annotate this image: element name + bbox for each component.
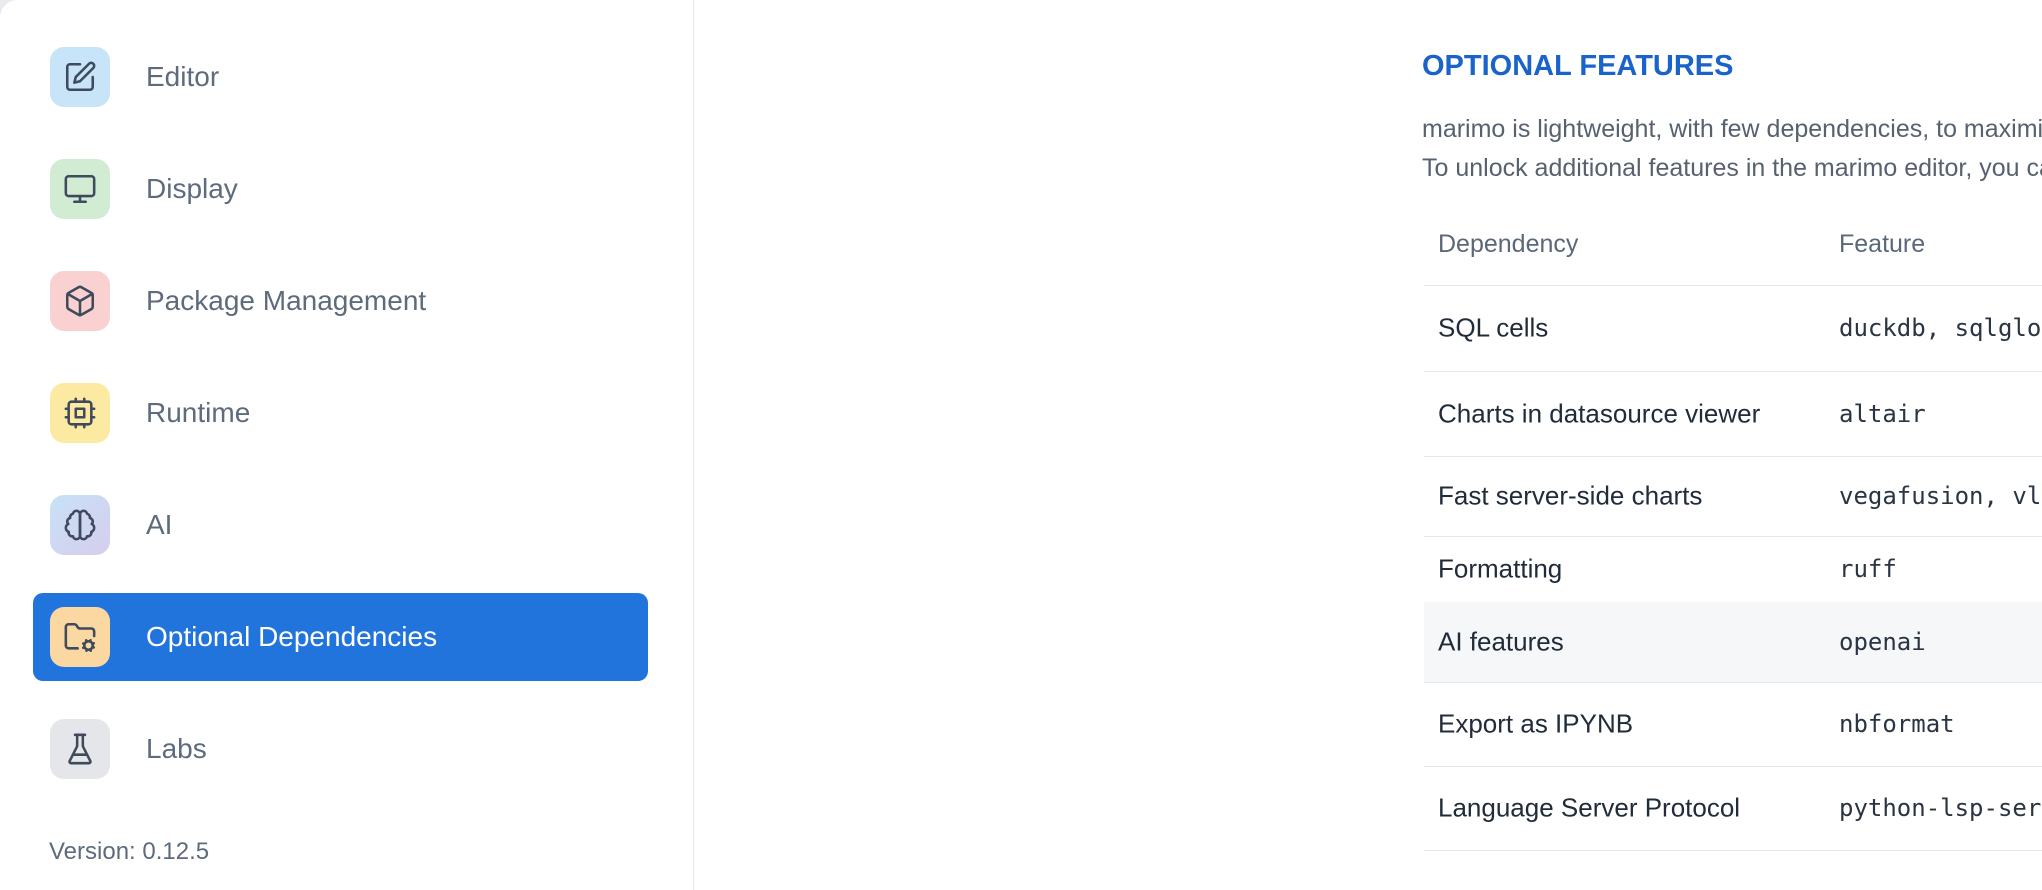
package-box-icon (50, 271, 110, 331)
feature-cell: vegafusion, vl-convert-python (1839, 482, 2042, 510)
table-row: Export as IPYNB nbformat Install with uv (1424, 682, 2042, 767)
settings-dialog: Editor Display Package Management Runtim… (0, 0, 2042, 890)
table-row: SQL cells duckdb, sqlglot Install with u… (1424, 285, 2042, 372)
table-row: Language Server Protocol python-lsp-serv… (1424, 766, 2042, 851)
folder-cog-icon (50, 607, 110, 667)
dependency-cell: SQL cells (1438, 312, 1549, 343)
optional-features-panel: OPTIONAL FEATURES marimo is lightweight,… (694, 0, 2042, 890)
dependency-cell: AI features (1438, 626, 1564, 657)
feature-cell: altair (1839, 399, 1926, 428)
table-row: Fast server-side charts vegafusion, vl-c… (1424, 456, 2042, 537)
table-row: Charts in datasource viewer altair Insta… (1424, 371, 2042, 457)
dependency-cell: Formatting (1438, 553, 1563, 584)
square-pen-icon (50, 47, 110, 107)
description-line: marimo is lightweight, with few dependen… (1422, 115, 2042, 143)
sidebar-item-display[interactable]: Display (33, 145, 648, 233)
dependency-cell: Export as IPYNB (1438, 708, 1634, 739)
table-row: Formatting ruff Installed (1424, 536, 2042, 603)
sidebar-item-ai[interactable]: AI (33, 481, 648, 569)
feature-cell: python-lsp-server, websockets (1839, 794, 2042, 822)
sidebar-item-label: Display (146, 173, 238, 204)
dependency-cell: Charts in datasource viewer (1438, 398, 1761, 428)
sidebar-item-label: Labs (146, 733, 207, 764)
dependency-cell: Fast server-side charts (1438, 480, 1703, 511)
table-row: AI features openai Install with uv (1424, 602, 2042, 683)
feature-cell: ruff (1839, 555, 1897, 583)
column-header-dependency: Dependency (1438, 230, 1579, 258)
version-label: Version: 0.12.5 (49, 838, 210, 865)
feature-cell: openai (1839, 628, 1926, 656)
sidebar-item-label: Optional Dependencies (146, 621, 438, 652)
page-title: OPTIONAL FEATURES (1422, 50, 1734, 82)
flask-icon (50, 719, 110, 779)
cpu-icon (50, 383, 110, 443)
monitor-icon (50, 159, 110, 219)
sidebar-item-label: Editor (146, 61, 220, 92)
settings-sidebar: Editor Display Package Management Runtim… (0, 0, 694, 890)
sidebar-item-label: Runtime (146, 397, 251, 428)
sidebar-item-label: Package Management (146, 285, 427, 316)
feature-cell: nbformat (1839, 710, 1955, 738)
dialog-panel: Editor Display Package Management Runtim… (0, 0, 2042, 890)
sidebar-item-package-management[interactable]: Package Management (33, 257, 648, 345)
brain-icon (50, 495, 110, 555)
feature-cell: duckdb, sqlglot (1839, 314, 2042, 342)
description-text: marimo is lightweight, with few dependen… (1422, 110, 2042, 188)
sidebar-item-labs[interactable]: Labs (33, 705, 648, 793)
sidebar-item-editor[interactable]: Editor (33, 33, 648, 121)
description-line: To unlock additional features in the mar… (1422, 154, 2042, 182)
sidebar-item-label: AI (146, 509, 173, 540)
table-header-row: Dependency Feature Status (1424, 204, 2042, 286)
column-header-feature: Feature (1839, 230, 1926, 258)
dependency-cell: Language Server Protocol (1438, 792, 1741, 823)
sidebar-item-runtime[interactable]: Runtime (33, 369, 648, 457)
sidebar-item-optional-dependencies[interactable]: Optional Dependencies (33, 593, 648, 681)
